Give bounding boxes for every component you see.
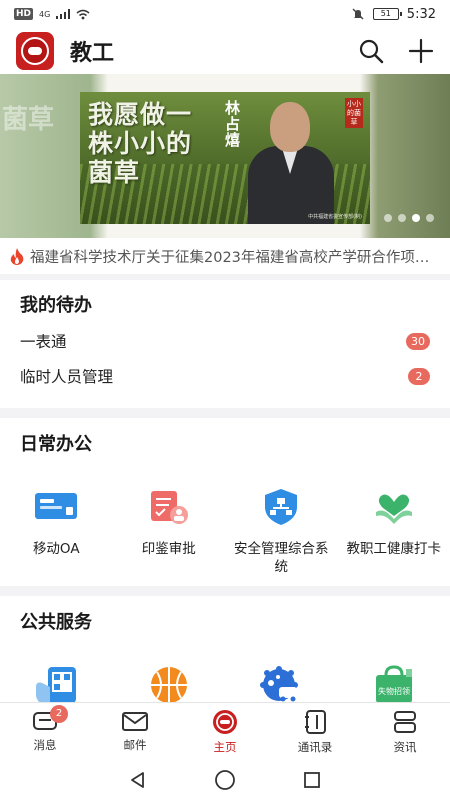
logo-emblem-icon [21, 37, 49, 65]
header-actions [358, 38, 434, 64]
tab-label: 资讯 [393, 740, 417, 754]
todo-item-label: 一表通 [20, 333, 67, 351]
news-text[interactable]: 福建省科学技术厅关于征集2023年福建省高校产学研合作项目的通知 [30, 246, 440, 267]
mute-bell-icon [352, 8, 364, 20]
grid-item-label: 教职工健康打卡 [346, 541, 442, 557]
seal-approval-icon [146, 484, 192, 530]
grid-item-label: 移动OA [32, 541, 80, 557]
battery-indicator: 51 [372, 8, 402, 20]
carousel-dot[interactable] [384, 214, 392, 222]
daily-office-grid: 移动OA 印鉴审批 安全管理综合系统 教职工健康打卡 [0, 484, 450, 576]
todo-item[interactable]: 一表通 30 [20, 326, 430, 356]
contacts-icon [305, 710, 326, 734]
system-navigation-bar [0, 760, 450, 800]
todo-count-badge: 2 [408, 367, 430, 385]
clock: 5:32 [406, 6, 436, 22]
grid-item-health-checkin[interactable]: 教职工健康打卡 [338, 484, 450, 576]
carousel-dots [384, 214, 434, 222]
daily-office-title: 日常办公 [20, 434, 92, 455]
banner-stamp: 小小的菌草 [345, 98, 363, 128]
home-logo-icon [213, 710, 237, 734]
tab-label: 主页 [213, 740, 237, 754]
todo-count-badge: 30 [406, 332, 430, 350]
lost-found-badge-text: 失物招领 [378, 686, 410, 696]
health-checkin-icon [371, 484, 417, 530]
tab-home[interactable]: 主页 [180, 703, 270, 760]
status-right: 51 5:32 [351, 7, 436, 22]
carousel-dot[interactable] [398, 214, 406, 222]
signal-icon [56, 9, 71, 19]
tab-label: 消息 [33, 738, 57, 752]
banner-headline: 我愿做一株小小的菌草 [88, 100, 193, 187]
banner-portrait [248, 92, 334, 224]
banner-prev-slide-text: 菌草 [2, 105, 55, 135]
plus-icon[interactable] [408, 38, 434, 64]
page-title: 教工 [70, 41, 115, 66]
banner-person-name: 林占熺 [223, 100, 241, 148]
tab-messages[interactable]: 2 消息 [0, 703, 90, 760]
security-shield-icon [258, 484, 304, 530]
tab-mail[interactable]: 邮件 [90, 703, 180, 760]
banner-slide[interactable]: 我愿做一株小小的菌草 林占熺 小小的菌草 中共福建省委宣传部(制) [80, 92, 370, 224]
carousel-dot[interactable] [426, 214, 434, 222]
news-icon [394, 711, 416, 733]
status-left: HD 4G [14, 8, 90, 20]
home-button-icon[interactable] [214, 769, 236, 791]
mobile-oa-icon [33, 484, 79, 530]
status-bar: HD 4G 51 5:32 [0, 0, 450, 28]
search-icon[interactable] [358, 38, 384, 64]
banner-carousel[interactable]: 菌草 我愿做一株小小的菌草 林占熺 小小的菌草 中共福建省委宣传部(制) [0, 74, 450, 238]
todo-section-title: 我的待办 [20, 295, 92, 316]
todo-card: 我的待办 一表通 30 临时人员管理 2 [0, 280, 450, 408]
tab-label: 邮件 [123, 738, 147, 752]
banner-caption: 中共福建省委宣传部(制) [308, 214, 362, 220]
hd-indicator: HD [14, 8, 34, 20]
news-marquee[interactable]: 福建省科学技术厅关于征集2023年福建省高校产学研合作项目的通知 [0, 238, 450, 274]
public-service-card: 公共服务 失物招领 [0, 596, 450, 703]
app-logo [16, 32, 54, 70]
public-service-title: 公共服务 [20, 612, 92, 633]
recents-icon[interactable] [302, 770, 322, 790]
bottom-tabbar: 2 消息 邮件 主页 通讯录 资讯 [0, 702, 450, 760]
wifi-icon [76, 9, 90, 19]
network-indicator: 4G [39, 9, 51, 19]
todo-item-label: 临时人员管理 [20, 368, 114, 386]
message-badge: 2 [50, 705, 68, 723]
grid-item-mobile-oa[interactable]: 移动OA [0, 484, 113, 576]
tab-label: 通讯录 [297, 740, 333, 754]
grid-item-label: 印鉴审批 [141, 541, 196, 557]
daily-office-card: 日常办公 移动OA 印鉴审批 安全管理综合系统 教职工健康打卡 [0, 418, 450, 586]
carousel-dot-active[interactable] [412, 214, 420, 222]
grid-item-security-system[interactable]: 安全管理综合系统 [225, 484, 338, 576]
tab-contacts[interactable]: 通讯录 [270, 703, 360, 760]
todo-item[interactable]: 临时人员管理 2 [20, 361, 430, 391]
tab-news[interactable]: 资讯 [360, 703, 450, 760]
mail-icon [122, 712, 148, 731]
back-icon[interactable] [128, 770, 148, 790]
grid-item-seal-approval[interactable]: 印鉴审批 [113, 484, 226, 576]
grid-item-label: 安全管理综合系统 [234, 541, 329, 575]
app-header: 教工 [0, 28, 450, 74]
flame-icon [10, 247, 24, 265]
